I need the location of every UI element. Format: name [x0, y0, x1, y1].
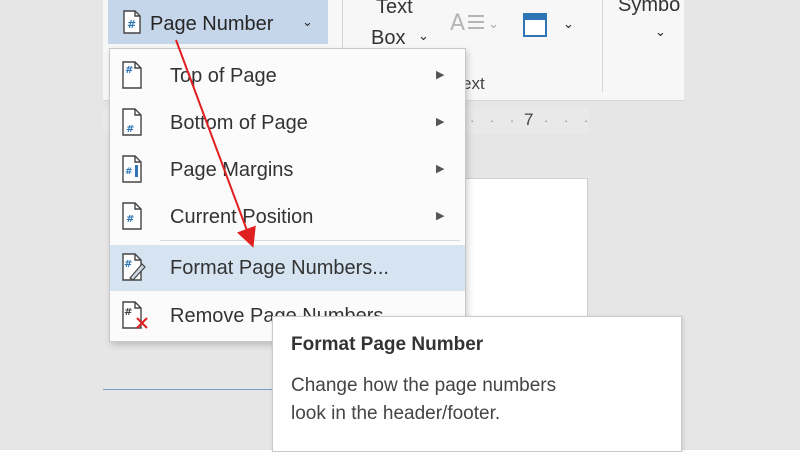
wordart-icon[interactable] — [520, 10, 550, 45]
svg-text:#: # — [127, 18, 136, 31]
menu-item-label: Top of Page — [170, 65, 277, 87]
chevron-down-icon: ⌄ — [302, 14, 313, 29]
svg-text:#: # — [126, 124, 134, 135]
page-number-button[interactable]: # Page Number ⌄ — [108, 0, 328, 44]
ruler-number: 7 — [524, 110, 534, 129]
remove-page-numbers-icon: # — [120, 301, 150, 336]
page-top-icon: # — [120, 61, 144, 94]
symbol-button-label[interactable]: Symbo — [618, 0, 680, 17]
header-footer-line — [103, 389, 273, 390]
ruler-ticks: · · · — [544, 113, 595, 128]
ruler-ticks: · · · — [470, 113, 521, 128]
svg-text:#: # — [125, 167, 133, 177]
tooltip-description: look in the header/footer. — [291, 403, 501, 424]
svg-text:#: # — [125, 65, 133, 76]
tooltip-description: Change how the page numbers — [291, 375, 557, 396]
svg-text:#: # — [126, 214, 134, 225]
submenu-arrow-icon: ▶ — [436, 69, 445, 81]
chevron-down-icon[interactable]: ⌄ — [655, 24, 666, 40]
ribbon-separator — [602, 0, 603, 92]
svg-text:A: A — [450, 11, 465, 36]
quick-parts-icon[interactable]: A — [450, 8, 486, 41]
page-margins-icon: # — [120, 155, 144, 188]
submenu-arrow-icon: ▶ — [436, 116, 445, 128]
menu-item-label: Page Margins — [170, 159, 294, 181]
svg-text:#: # — [124, 307, 132, 318]
submenu-arrow-icon: ▶ — [436, 210, 445, 222]
page-current-position-icon: # — [120, 202, 144, 235]
page-number-label: Page Number — [150, 13, 274, 35]
menu-item-page-margins[interactable]: # Page Margins ▶ — [110, 147, 465, 193]
menu-item-top-of-page[interactable]: # Top of Page ▶ — [110, 53, 465, 99]
page-number-menu: # Top of Page ▶ # Bottom of Page ▶ # Pag… — [109, 48, 466, 342]
page-bottom-icon: # — [120, 108, 144, 141]
svg-text:#: # — [124, 259, 132, 270]
text-box-label-line2[interactable]: Box — [371, 27, 405, 50]
chevron-down-icon[interactable]: ⌄ — [563, 16, 574, 32]
menu-item-label: Current Position — [170, 206, 314, 228]
menu-item-format-page-numbers[interactable]: # Format Page Numbers... — [110, 245, 465, 291]
menu-item-current-position[interactable]: # Current Position ▶ — [110, 194, 465, 240]
page-number-icon: # — [122, 10, 142, 39]
tooltip-title: Format Page Number — [291, 334, 484, 355]
menu-item-label: Format Page Numbers... — [170, 257, 389, 279]
submenu-arrow-icon: ▶ — [436, 163, 445, 175]
menu-item-bottom-of-page[interactable]: # Bottom of Page ▶ — [110, 100, 465, 146]
chevron-down-icon[interactable]: ⌄ — [418, 28, 429, 44]
menu-separator — [160, 240, 460, 241]
text-box-label-line1[interactable]: Text — [376, 0, 413, 19]
tooltip: Format Page Number Change how the page n… — [272, 316, 682, 452]
menu-item-label: Bottom of Page — [170, 112, 308, 134]
chevron-down-icon: ⌄ — [488, 16, 499, 31]
format-page-numbers-icon: # — [120, 253, 146, 286]
